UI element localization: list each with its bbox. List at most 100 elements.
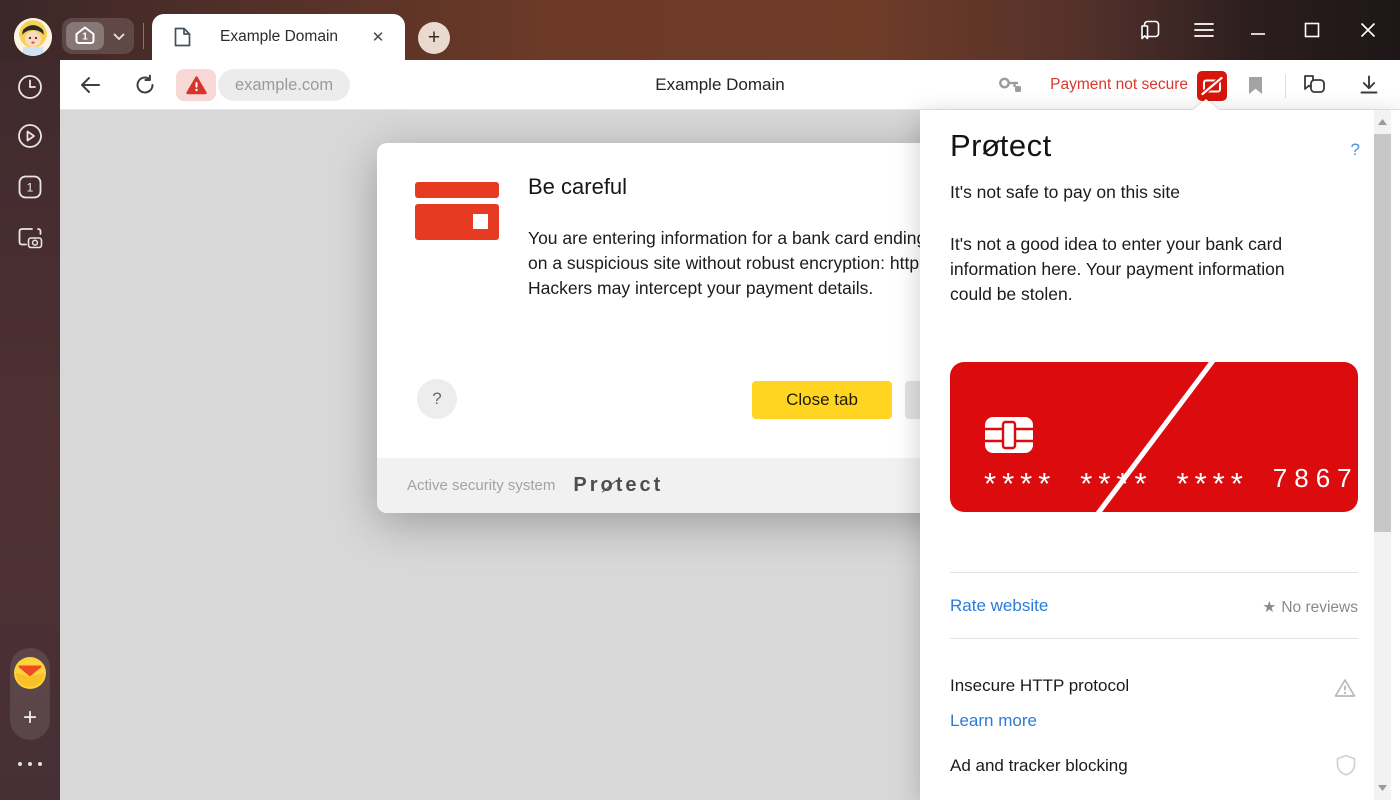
new-tab-button[interactable]: +: [418, 22, 450, 54]
card-chip-notch: [473, 214, 488, 229]
download-icon: [1359, 75, 1379, 95]
history-clock-icon: [17, 74, 43, 100]
panel-headline: It's not safe to pay on this site: [950, 182, 1180, 203]
key-icon: [998, 75, 1022, 95]
sidebar-more-button[interactable]: [0, 762, 60, 766]
payment-warning-text: Payment not secure: [1050, 60, 1188, 110]
panel-caret: [1193, 99, 1219, 110]
page-title: Example Domain: [655, 60, 784, 110]
tab-close-button[interactable]: ✕: [367, 26, 389, 48]
slash-overlay: [1081, 340, 1229, 535]
downloads-button[interactable]: [1349, 65, 1389, 105]
card-body: [415, 204, 499, 240]
collections-button[interactable]: [1294, 65, 1334, 105]
svg-text:1: 1: [27, 181, 34, 195]
media-play-icon: [17, 123, 43, 149]
panel-divider: [950, 572, 1358, 573]
panel-divider: [950, 638, 1358, 639]
browser-menu-button[interactable]: [1184, 10, 1224, 50]
minimize-icon: [1250, 22, 1266, 38]
avatar-girl-icon: [14, 18, 52, 56]
tab-group-badge: 1: [66, 22, 104, 50]
slashed-o: o: [601, 474, 616, 497]
scrollbar-thumb[interactable]: [1374, 134, 1391, 532]
reviews-status: ★ No reviews: [1262, 598, 1358, 617]
sidebar-apps-panel: +: [10, 648, 50, 740]
bank-card-icon: [415, 182, 499, 240]
address-bar[interactable]: example.com: [218, 69, 350, 101]
dot: [38, 762, 42, 766]
password-manager-button[interactable]: [990, 65, 1030, 105]
bookmark-page-button[interactable]: [1235, 65, 1275, 105]
profile-avatar[interactable]: [14, 18, 52, 56]
chevron-down-icon[interactable]: [113, 33, 125, 41]
yandex-mail-icon: [13, 656, 47, 690]
card-chip-icon: [984, 416, 1034, 454]
svg-text:1: 1: [82, 32, 88, 43]
menu-icon: [1194, 22, 1214, 38]
titlebar-separator: [143, 23, 144, 49]
titlebar: 1 Example Domain ✕ +: [0, 0, 1400, 60]
http-warning-icon: [1334, 678, 1356, 698]
dot: [28, 762, 32, 766]
tab-group-selector[interactable]: 1: [62, 18, 134, 54]
card-last-digits: 7867: [1273, 463, 1359, 494]
add-shortcut-button[interactable]: +: [10, 700, 50, 736]
tab-group-shape-icon: 1: [73, 24, 97, 48]
http-protocol-label: Insecure HTTP protocol: [950, 676, 1129, 696]
page-icon: [174, 27, 191, 47]
masked-group: ****: [984, 466, 1056, 502]
dialog-help-button[interactable]: ?: [417, 379, 457, 419]
card-slash-icon: [1201, 75, 1223, 97]
window-minimize-button[interactable]: [1238, 10, 1278, 50]
scroll-down-arrow[interactable]: [1374, 780, 1391, 796]
protect-panel-title: Protect: [950, 128, 1052, 164]
sidebar-media-button[interactable]: [0, 116, 60, 156]
star-icon: ★: [1262, 598, 1276, 617]
screenshot-camera-icon: [16, 224, 44, 250]
sidebar: 1 +: [0, 60, 60, 800]
maximize-icon: [1304, 22, 1320, 38]
rate-website-link[interactable]: Rate website: [950, 596, 1048, 616]
masked-group: ****: [1177, 466, 1249, 502]
card-number: **** **** **** 7867: [984, 458, 1334, 498]
browser-tab[interactable]: Example Domain ✕: [152, 14, 405, 60]
panel-description: It's not a good idea to enter your bank …: [950, 232, 1328, 307]
reviews-label: No reviews: [1281, 599, 1358, 617]
sidebar-history-button[interactable]: [0, 67, 60, 107]
url-text: example.com: [235, 76, 333, 95]
footer-label: Active security system: [407, 477, 555, 494]
protect-logo: Protect: [573, 474, 663, 497]
sidebar-tabs-button[interactable]: 1: [0, 167, 60, 207]
bookmark-panel-icon: [1139, 19, 1161, 41]
close-tab-button[interactable]: Close tab: [752, 381, 892, 419]
side-panel-toggle-button[interactable]: [1130, 10, 1170, 50]
back-arrow-icon: [79, 75, 101, 95]
panel-help-link[interactable]: ?: [1351, 140, 1360, 160]
reload-icon: [134, 74, 156, 96]
panel-scrollbar[interactable]: [1374, 110, 1391, 800]
tab-title: Example Domain: [191, 28, 367, 46]
yandex-mail-shortcut[interactable]: [10, 656, 50, 690]
ad-blocking-label: Ad and tracker blocking: [950, 756, 1128, 776]
window-close-button[interactable]: [1348, 10, 1388, 50]
collections-icon: [1301, 74, 1327, 96]
toolbar-separator: [1285, 74, 1286, 98]
tabs-count-icon: 1: [17, 174, 43, 200]
window-maximize-button[interactable]: [1292, 10, 1332, 50]
site-safety-badge[interactable]: [176, 69, 216, 101]
payment-blocked-button[interactable]: [1197, 71, 1227, 101]
bookmark-icon: [1248, 76, 1263, 95]
scroll-up-arrow[interactable]: [1374, 114, 1391, 130]
close-icon: [1360, 22, 1376, 38]
dialog-title: Be careful: [528, 174, 627, 200]
reload-button[interactable]: [125, 65, 165, 105]
blocked-card-graphic: **** **** **** 7867: [950, 362, 1358, 512]
slashed-o: o: [982, 128, 1000, 164]
sidebar-screenshot-button[interactable]: [0, 217, 60, 257]
dialog-text-line: Hackers may intercept your payment detai…: [528, 278, 873, 299]
protect-panel: Protect ? It's not safe to pay on this s…: [920, 110, 1400, 800]
back-button[interactable]: [70, 65, 110, 105]
dot: [18, 762, 22, 766]
learn-more-link[interactable]: Learn more: [950, 711, 1037, 731]
